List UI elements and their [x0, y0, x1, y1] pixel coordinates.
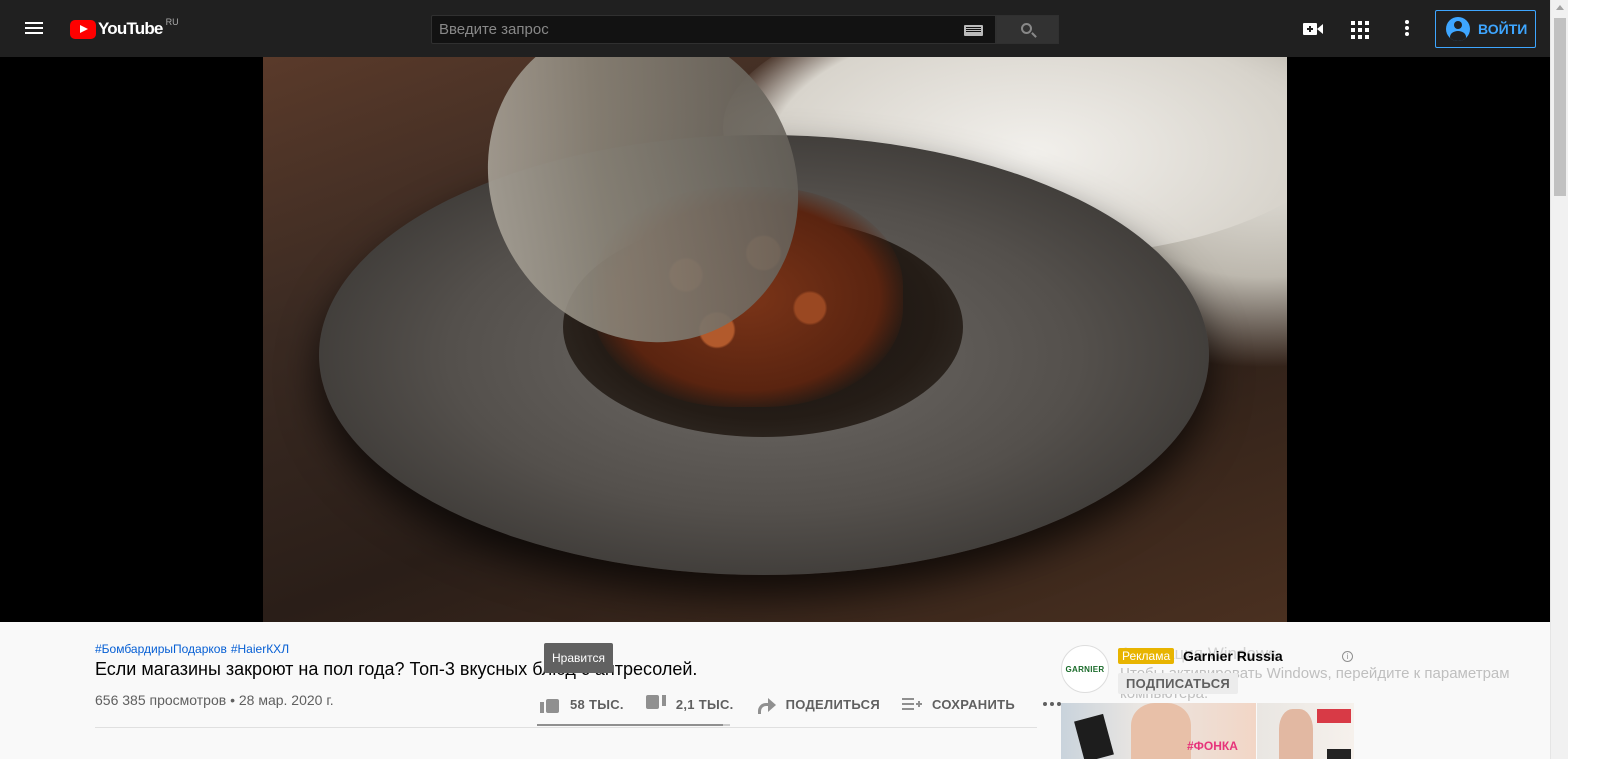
share-label: ПОДЕЛИТЬСЯ [785, 696, 880, 712]
thumb-up-icon [540, 695, 560, 713]
scrollbar-thumb[interactable] [1554, 18, 1566, 196]
video-camera-icon[interactable] [1303, 21, 1323, 37]
thumb-down-icon [645, 695, 666, 713]
video-frame[interactable] [263, 57, 1287, 622]
share-icon [756, 695, 776, 714]
product-label [1317, 709, 1351, 723]
keyboard-icon[interactable] [964, 25, 983, 36]
playlist-add-icon [901, 695, 922, 713]
ad-channel-avatar[interactable]: GARNIER [1061, 645, 1109, 693]
top-bar: YouTube RU ВОЙТИ [0, 0, 1568, 57]
scrollbar[interactable] [1550, 0, 1568, 759]
ad-channel-name[interactable]: Garnier Russia [1183, 648, 1283, 664]
youtube-logo[interactable]: YouTube RU [70, 17, 179, 39]
dislike-count: 2,1 ТЫС. [675, 696, 734, 712]
like-dislike-bar [537, 724, 730, 726]
ad-thumbnail-2[interactable] [1257, 703, 1354, 759]
hashtag-link[interactable]: #HaierКХЛ [231, 642, 289, 656]
youtube-play-icon [70, 19, 96, 39]
tooltip: Нравится [544, 643, 613, 673]
more-horiz-icon[interactable] [1042, 702, 1061, 706]
logo-text: YouTube [98, 19, 163, 38]
video-player[interactable] [0, 57, 1550, 622]
info-icon[interactable]: i [1342, 651, 1353, 662]
signin-button[interactable]: ВОЙТИ [1435, 10, 1536, 48]
search-button[interactable] [996, 15, 1059, 44]
model-face [1131, 703, 1191, 759]
search-icon [1021, 23, 1032, 34]
save-button[interactable]: СОХРАНИТЬ [901, 695, 1015, 713]
search-input[interactable] [432, 16, 995, 43]
subscribe-button[interactable]: ПОДПИСАТЬСЯ [1118, 673, 1239, 694]
product-pack [1074, 713, 1114, 759]
hashtag-link[interactable]: #БомбардирыПодарков [95, 642, 227, 656]
share-button[interactable]: ПОДЕЛИТЬСЯ [756, 695, 880, 714]
more-vert-icon[interactable] [1404, 20, 1410, 38]
like-button[interactable]: 58 ТЫС. [540, 695, 624, 713]
ad-badge: Реклама [1118, 648, 1175, 664]
hamburger-icon[interactable] [22, 19, 46, 39]
signin-label: ВОЙТИ [1478, 21, 1528, 37]
divider [95, 727, 1037, 728]
scroll-up-icon[interactable] [1556, 5, 1564, 10]
video-info: #БомбардирыПодарков #HaierКХЛ Если магази… [0, 622, 1550, 759]
ad-thumbnail[interactable]: #ФОНКА [1061, 703, 1256, 759]
page-edge [1568, 0, 1599, 759]
apps-grid-icon[interactable] [1351, 21, 1369, 39]
model-face-2 [1279, 709, 1313, 759]
like-count: 58 ТЫС. [570, 696, 624, 712]
save-label: СОХРАНИТЬ [931, 696, 1015, 712]
views-date: 656 385 просмотров • 28 мар. 2020 г. [95, 692, 334, 708]
action-bar: 58 ТЫС. 2,1 ТЫС. ПОДЕЛИТЬСЯ СОХРАНИТЬ [540, 690, 1061, 718]
thumb-badge [1327, 749, 1351, 759]
ad-thumb-text: #ФОНКА [1187, 739, 1238, 753]
account-circle-icon [1446, 17, 1470, 41]
hashtags: #БомбардирыПодарков #HaierКХЛ [95, 642, 293, 656]
logo-country: RU [165, 17, 179, 27]
dislike-button[interactable]: 2,1 ТЫС. [645, 695, 734, 713]
like-bar-fill [537, 724, 724, 726]
search-box [431, 15, 996, 44]
